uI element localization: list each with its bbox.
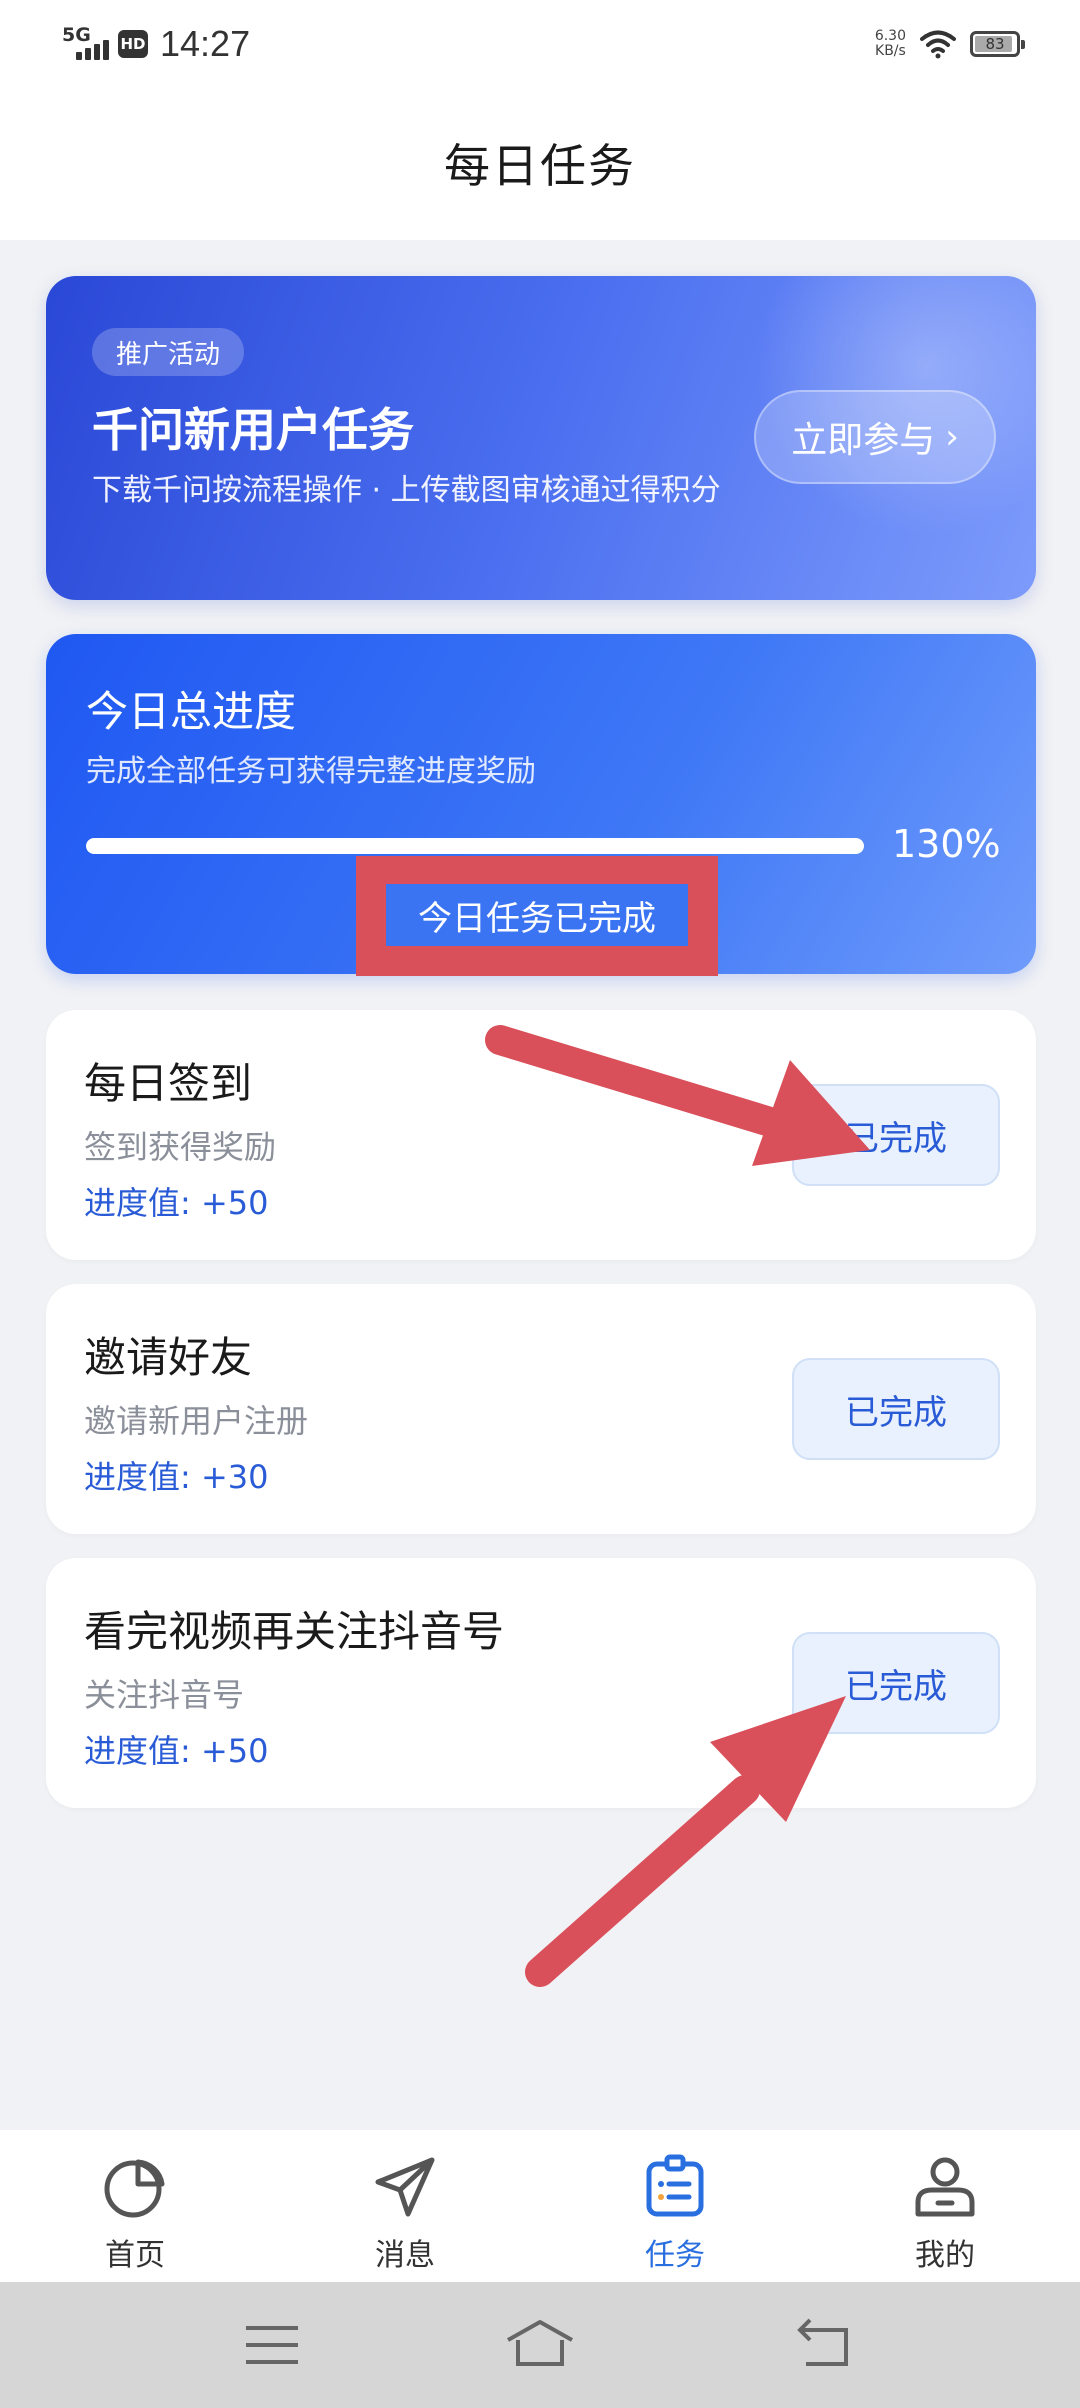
pie-chart-icon — [104, 2159, 165, 2218]
task-title: 看完视频再关注抖音号 — [84, 1607, 505, 1656]
progress-percent: 130% — [892, 822, 1001, 866]
task-progress-value: 进度值: +50 — [84, 1184, 269, 1222]
status-bar: 5G HD 14:27 6.30 KB/s 83 — [0, 0, 1080, 86]
speed-value: 6.30 — [874, 28, 906, 44]
progress-status: 今日任务已完成 — [386, 884, 688, 946]
task-progress-value: 进度值: +30 — [84, 1458, 269, 1496]
speed-unit: KB/s — [875, 43, 906, 59]
send-icon — [375, 2157, 435, 2217]
nav-label: 消息 — [375, 2238, 435, 2273]
task-card-follow-douyin: 看完视频再关注抖音号 关注抖音号 进度值: +50 已完成 — [46, 1558, 1036, 1808]
task-title: 邀请好友 — [84, 1333, 253, 1382]
task-description: 签到获得奖励 — [84, 1128, 277, 1166]
progress-subtitle: 完成全部任务可获得完整进度奖励 — [86, 754, 536, 789]
nav-item-profile[interactable]: 我的 — [810, 2130, 1080, 2282]
wifi-icon — [920, 30, 956, 59]
nav-item-tasks[interactable]: 任务 — [540, 2130, 810, 2282]
progress-bar — [86, 838, 864, 854]
task-title: 每日签到 — [84, 1059, 253, 1108]
clock: 14:27 — [160, 23, 251, 64]
daily-progress-card: 今日总进度 完成全部任务可获得完整进度奖励 130% 今日任务已完成 — [46, 634, 1036, 976]
progress-title: 今日总进度 — [86, 687, 297, 736]
network-speed: 6.30 KB/s — [875, 29, 906, 59]
task-completed-button[interactable]: 已完成 — [792, 1632, 1000, 1734]
back-icon[interactable] — [784, 2312, 864, 2378]
nav-label: 首页 — [105, 2238, 165, 2273]
menu-icon[interactable] — [232, 2312, 312, 2378]
cellular-signal-icon: 5G — [62, 24, 110, 64]
task-list-icon — [646, 2154, 704, 2217]
battery-level: 83 — [985, 35, 1005, 53]
system-navigation-bar — [0, 2282, 1080, 2408]
join-now-button[interactable]: 立即参与 › — [754, 390, 996, 484]
page-title: 每日任务 — [444, 139, 636, 193]
app-header: 每日任务 — [0, 86, 1080, 240]
promo-tag: 推广活动 — [92, 328, 245, 376]
hd-badge: HD — [118, 30, 148, 58]
nav-label: 我的 — [915, 2238, 975, 2273]
task-card-daily-checkin: 每日签到 签到获得奖励 进度值: +50 已完成 — [46, 1010, 1036, 1260]
task-description: 邀请新用户注册 — [84, 1402, 309, 1440]
nav-item-messages[interactable]: 消息 — [270, 2130, 540, 2282]
promo-description: 下载千问按流程操作 · 上传截图审核通过得积分 — [92, 473, 721, 508]
user-icon — [915, 2157, 975, 2217]
task-description: 关注抖音号 — [84, 1676, 245, 1714]
task-progress-value: 进度值: +50 — [84, 1732, 269, 1770]
chevron-right-icon: › — [945, 417, 959, 457]
promo-title: 千问新用户任务 — [92, 403, 414, 457]
home-icon[interactable] — [500, 2312, 580, 2378]
task-completed-button[interactable]: 已完成 — [792, 1084, 1000, 1186]
task-completed-button[interactable]: 已完成 — [792, 1358, 1000, 1460]
nav-item-home[interactable]: 首页 — [0, 2130, 270, 2282]
bottom-navigation: 首页 消息 任务 我的 — [0, 2130, 1080, 2282]
progress-bar-fill — [86, 838, 864, 854]
promo-banner[interactable]: 推广活动 千问新用户任务 下载千问按流程操作 · 上传截图审核通过得积分 立即参… — [46, 276, 1036, 600]
nav-label: 任务 — [645, 2238, 705, 2273]
task-card-invite-friends: 邀请好友 邀请新用户注册 进度值: +30 已完成 — [46, 1284, 1036, 1534]
join-now-label: 立即参与 — [791, 420, 936, 461]
battery-icon: 83 — [970, 31, 1025, 57]
